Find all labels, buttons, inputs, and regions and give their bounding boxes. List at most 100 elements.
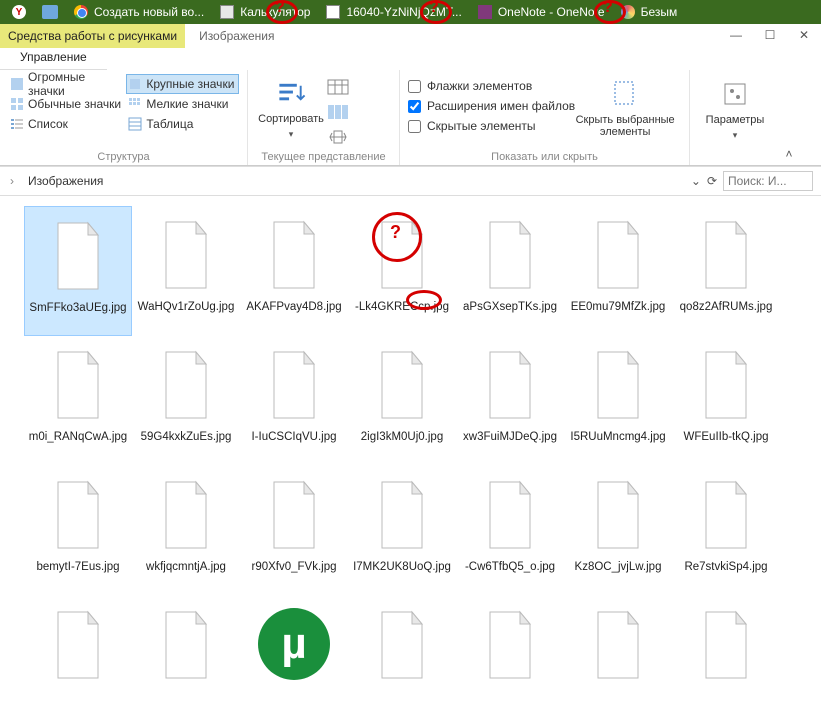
address-chevron-down-icon[interactable]: ⌄ bbox=[691, 174, 701, 188]
taskbar-item-paint[interactable]: Безым bbox=[613, 1, 686, 23]
view-table[interactable]: Таблица bbox=[126, 114, 239, 134]
refresh-button[interactable]: ⟳ bbox=[707, 174, 717, 188]
file-item[interactable]: xw3FuiMJDeQ.jpg bbox=[456, 336, 564, 466]
file-item[interactable]: aPsGXsepTKs.jpg bbox=[456, 206, 564, 336]
autosize-columns-button[interactable] bbox=[326, 128, 350, 149]
list-icon bbox=[10, 117, 24, 131]
text-file-icon bbox=[326, 5, 340, 19]
ribbon-subtab-manage[interactable]: Управление bbox=[0, 48, 107, 70]
file-icon bbox=[372, 348, 432, 422]
minimize-button[interactable]: — bbox=[719, 24, 753, 46]
file-icon bbox=[264, 478, 324, 552]
huge-icons-icon bbox=[10, 77, 24, 91]
file-item[interactable]: WFEuIIb-tkQ.jpg bbox=[672, 336, 780, 466]
file-icon bbox=[48, 478, 108, 552]
file-item[interactable] bbox=[564, 596, 672, 726]
ribbon-group-label: Текущее представление bbox=[256, 149, 391, 163]
file-item[interactable]: r90Xfv0_FVk.jpg bbox=[240, 466, 348, 596]
view-label: Список bbox=[28, 117, 68, 131]
taskbar-item-calculator[interactable]: Калькулятор bbox=[212, 1, 318, 23]
taskbar-item-photos[interactable] bbox=[34, 1, 66, 23]
file-item[interactable]: -Lk4GKRECcp.jpg? bbox=[348, 206, 456, 336]
file-item[interactable]: SmFFko3aUEg.jpg bbox=[24, 206, 132, 336]
file-item[interactable]: 59G4kxkZuEs.jpg bbox=[132, 336, 240, 466]
btn-label: Параметры bbox=[706, 114, 765, 126]
group-by-icon bbox=[326, 78, 350, 96]
view-normal-icons[interactable]: Обычные значки bbox=[8, 94, 126, 114]
file-icon bbox=[696, 348, 756, 422]
file-item[interactable] bbox=[348, 596, 456, 726]
checkbox-file-extensions[interactable]: Расширения имен файлов bbox=[408, 96, 575, 116]
checkbox-input[interactable] bbox=[408, 100, 421, 113]
file-item[interactable]: qo8z2AfRUMs.jpg bbox=[672, 206, 780, 336]
ribbon-context-tab[interactable]: Средства работы с рисунками bbox=[0, 24, 185, 48]
file-item[interactable]: I5RUuMncmg4.jpg bbox=[564, 336, 672, 466]
file-icon bbox=[588, 218, 648, 292]
taskbar-item-chrome[interactable]: Создать новый во... bbox=[66, 1, 212, 23]
close-button[interactable]: ✕ bbox=[787, 24, 821, 46]
taskbar-label: OneNote - OneNote bbox=[498, 5, 605, 19]
group-by-button[interactable] bbox=[326, 78, 350, 99]
chrome-icon bbox=[74, 5, 88, 19]
breadcrumb[interactable]: Изображения bbox=[24, 174, 691, 188]
file-label: aPsGXsepTKs.jpg bbox=[463, 300, 557, 314]
file-item[interactable]: wkfjqcmntjA.jpg bbox=[132, 466, 240, 596]
file-item[interactable]: m0i_RANqCwA.jpg bbox=[24, 336, 132, 466]
yandex-icon: Y bbox=[12, 5, 26, 19]
file-label: Kz8OC_jvjLw.jpg bbox=[575, 560, 662, 574]
hide-selected-button[interactable]: Скрыть выбранныеэлементы bbox=[575, 74, 675, 140]
breadcrumb-chevron[interactable]: › bbox=[0, 169, 24, 193]
btn-label: Скрыть выбранные bbox=[576, 114, 675, 126]
file-label: SmFFko3aUEg.jpg bbox=[29, 301, 126, 315]
file-label: wkfjqcmntjA.jpg bbox=[146, 560, 226, 574]
file-item[interactable] bbox=[132, 596, 240, 726]
options-button[interactable]: Параметры ▾ bbox=[698, 74, 772, 141]
file-item[interactable]: EE0mu79MfZk.jpg bbox=[564, 206, 672, 336]
sort-button[interactable]: Сортировать ▾ bbox=[256, 74, 326, 140]
checkbox-input[interactable] bbox=[408, 80, 421, 93]
file-item[interactable] bbox=[672, 596, 780, 726]
view-large-icons[interactable]: Крупные значки bbox=[126, 74, 239, 94]
file-item[interactable]: AKAFPvay4D8.jpg bbox=[240, 206, 348, 336]
checkbox-hidden-items[interactable]: Скрытые элементы bbox=[408, 116, 575, 136]
search-input[interactable] bbox=[723, 171, 813, 191]
taskbar-item-textfile[interactable]: 16040-YzNiNjQzMT... bbox=[318, 1, 469, 23]
small-icons-icon bbox=[128, 97, 142, 111]
ribbon-tab-images[interactable]: Изображения bbox=[185, 24, 288, 48]
file-label: -Lk4GKRECcp.jpg bbox=[355, 300, 449, 314]
chevron-down-icon: ▾ bbox=[733, 130, 738, 141]
maximize-button[interactable]: ☐ bbox=[753, 24, 787, 46]
taskbar-item-yandex[interactable]: Y bbox=[4, 1, 34, 23]
table-icon bbox=[128, 117, 142, 131]
file-label: bemytI-7Eus.jpg bbox=[36, 560, 119, 574]
file-item[interactable] bbox=[24, 596, 132, 726]
file-label: WaHQv1rZoUg.jpg bbox=[138, 300, 235, 314]
file-item[interactable]: 2igI3kM0Uj0.jpg bbox=[348, 336, 456, 466]
checkbox-input[interactable] bbox=[408, 120, 421, 133]
view-label: Мелкие значки bbox=[146, 97, 228, 111]
btn-label: элементы bbox=[600, 126, 651, 138]
ribbon-subtab-row: Управление bbox=[0, 48, 821, 70]
file-item[interactable]: µ bbox=[240, 596, 348, 726]
view-huge-icons[interactable]: Огромные значки bbox=[8, 74, 126, 94]
checkbox-item-flags[interactable]: Флажки элементов bbox=[408, 76, 575, 96]
ribbon-tab-row: Средства работы с рисунками Изображения … bbox=[0, 24, 821, 48]
file-item[interactable]: WaHQv1rZoUg.jpg bbox=[132, 206, 240, 336]
view-small-icons[interactable]: Мелкие значки bbox=[126, 94, 239, 114]
photo-icon bbox=[42, 5, 58, 19]
view-list[interactable]: Список bbox=[8, 114, 126, 134]
ribbon-group-layout: Огромные значки Обычные значки Список Кр… bbox=[0, 70, 248, 165]
file-item[interactable]: I7MK2UK8UoQ.jpg bbox=[348, 466, 456, 596]
file-item[interactable]: I-IuCSCIqVU.jpg bbox=[240, 336, 348, 466]
file-item[interactable]: Re7stvkiSp4.jpg bbox=[672, 466, 780, 596]
view-label: Обычные значки bbox=[28, 97, 121, 111]
ribbon: Огромные значки Обычные значки Список Кр… bbox=[0, 70, 821, 166]
add-columns-button[interactable] bbox=[326, 103, 350, 124]
file-item[interactable] bbox=[456, 596, 564, 726]
file-item[interactable]: Kz8OC_jvjLw.jpg bbox=[564, 466, 672, 596]
taskbar-item-onenote[interactable]: OneNote - OneNote bbox=[470, 1, 613, 23]
ribbon-collapse-button[interactable]: ˄ bbox=[772, 70, 806, 165]
file-item[interactable]: bemytI-7Eus.jpg bbox=[24, 466, 132, 596]
file-item[interactable]: -Cw6TfbQ5_o.jpg bbox=[456, 466, 564, 596]
file-icon bbox=[696, 218, 756, 292]
